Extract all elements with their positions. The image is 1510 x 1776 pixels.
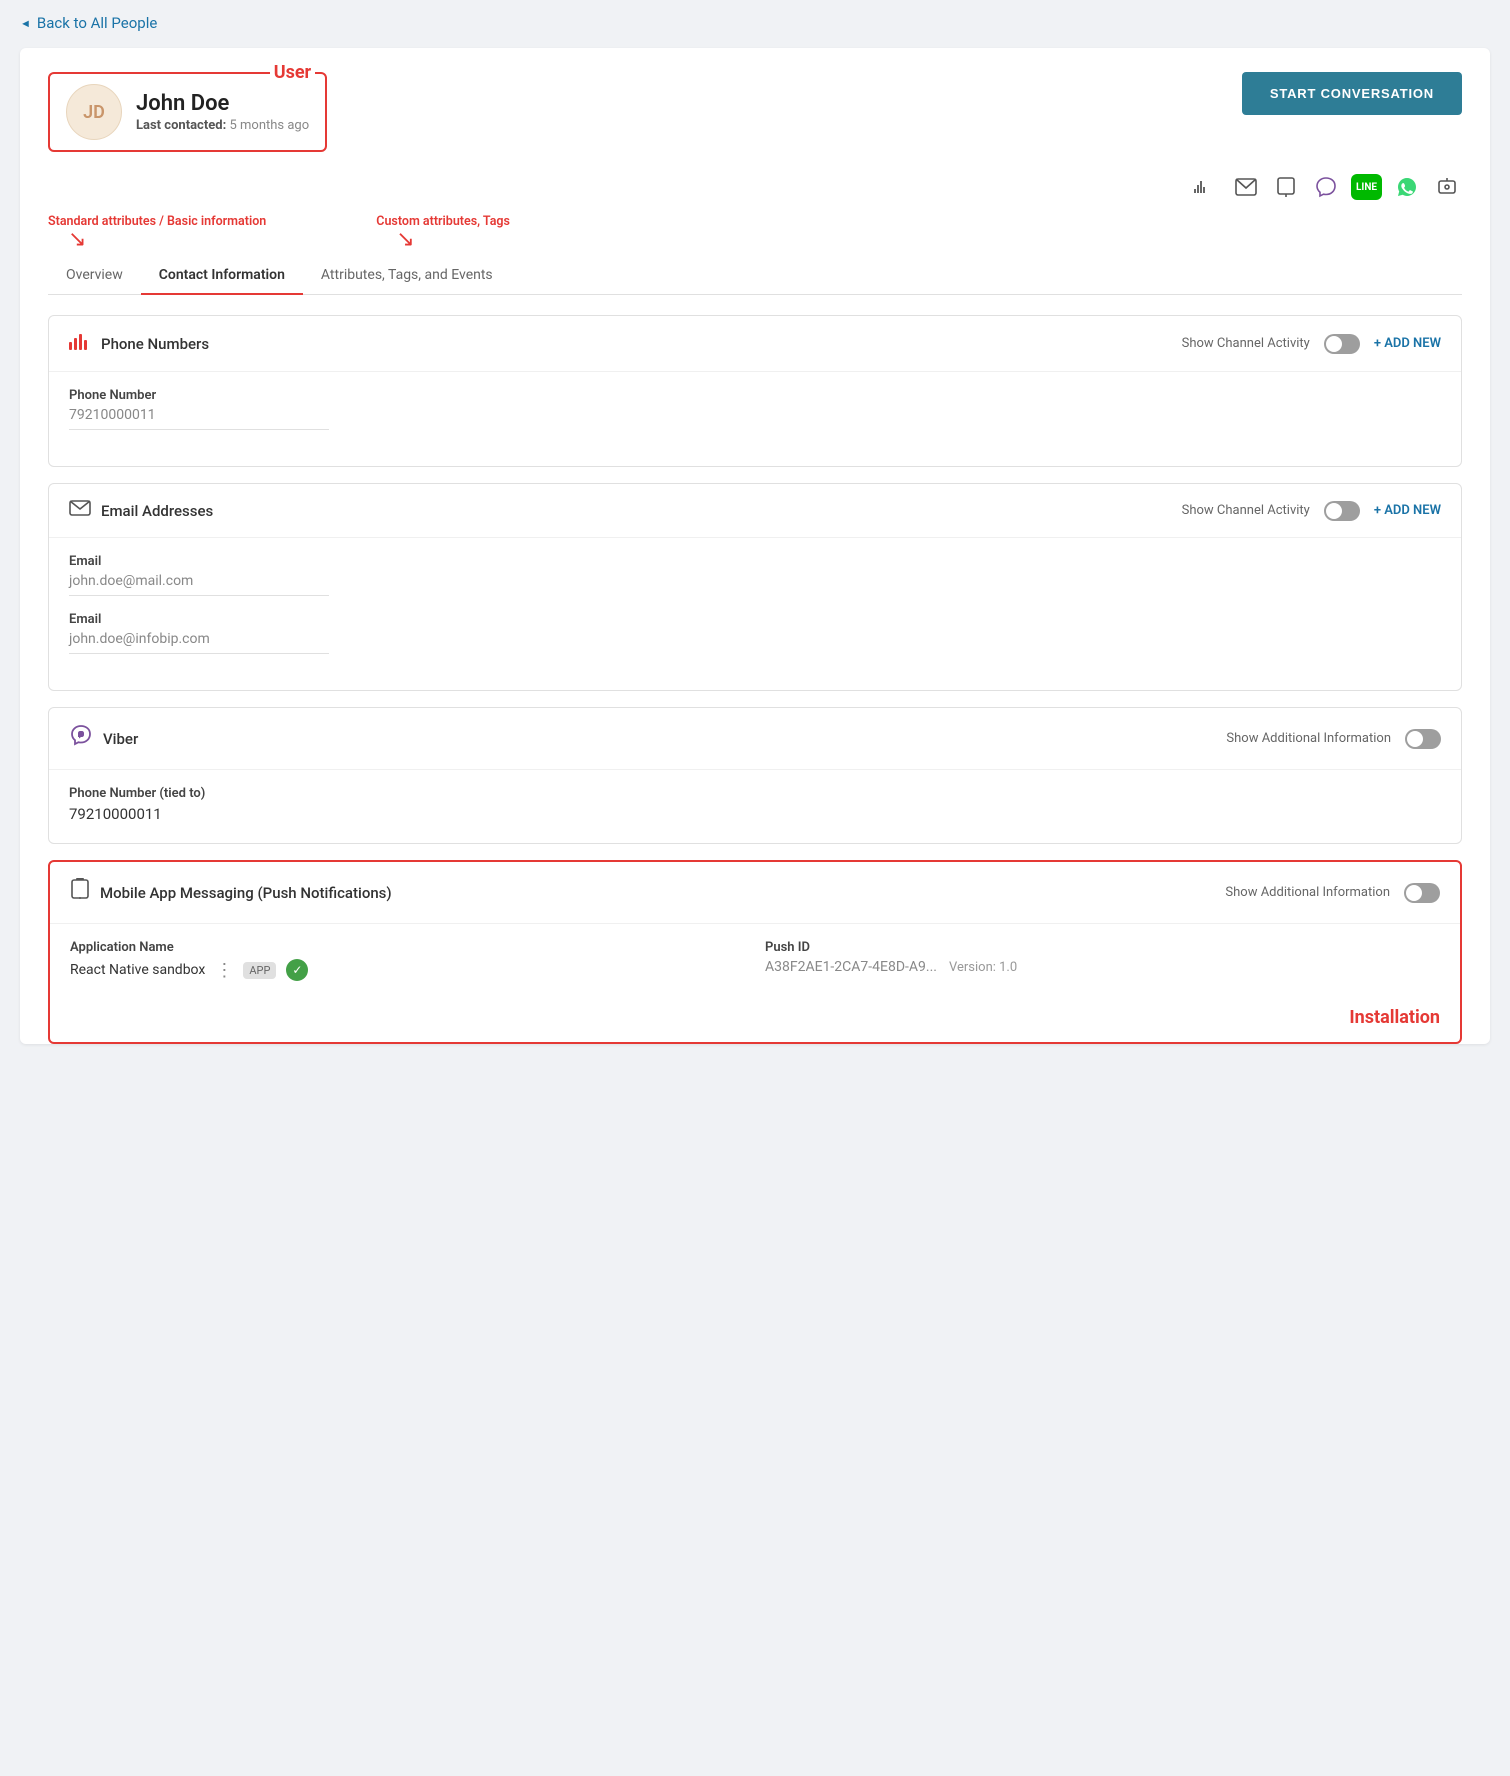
email-section: Email Addresses Show Channel Activity + …: [48, 483, 1462, 691]
push-id-column: Push ID A38F2AE1-2CA7-4E8D-A9... Version…: [765, 940, 1440, 975]
user-badge: User: [270, 62, 315, 83]
tabs-bar: Overview Contact Information Attributes,…: [48, 257, 1462, 295]
app-name-column: Application Name React Native sandbox ⋮ …: [70, 940, 745, 981]
mobile-section-title: Mobile App Messaging (Push Notifications…: [70, 878, 392, 907]
email-section-header: Email Addresses Show Channel Activity + …: [49, 484, 1461, 538]
voice-channel-icon[interactable]: [1191, 172, 1221, 202]
channel-icons-row: LINE: [48, 168, 1462, 202]
email-field-value-1: john.doe@mail.com: [69, 573, 329, 596]
phone-section-header: Phone Numbers Show Channel Activity + AD…: [49, 316, 1461, 372]
mobile-app-section: Mobile App Messaging (Push Notifications…: [48, 860, 1462, 1044]
app-name-label: Application Name: [70, 940, 745, 955]
push-channel-icon[interactable]: [1271, 172, 1301, 202]
email-section-body: Email john.doe@mail.com Email john.doe@i…: [49, 538, 1461, 690]
tab-contact-info[interactable]: Contact Information: [141, 257, 303, 295]
push-id-value: A38F2AE1-2CA7-4E8D-A9...: [765, 959, 937, 975]
app-dots-menu[interactable]: ⋮: [215, 960, 233, 981]
installation-badge: Installation: [50, 1001, 1460, 1042]
custom-annotation: Custom attributes, Tags ↘: [376, 214, 510, 251]
email-section-label: Email Addresses: [101, 502, 213, 520]
viber-section: Viber Show Additional Information Phone …: [48, 707, 1462, 844]
profile-name: John Doe: [136, 91, 309, 116]
phone-activity-toggle[interactable]: [1324, 334, 1360, 354]
last-contacted: Last contacted: 5 months ago: [136, 118, 309, 133]
standard-annotation: Standard attributes / Basic information …: [48, 214, 266, 251]
mobile-section-header: Mobile App Messaging (Push Notifications…: [50, 862, 1460, 924]
phone-section-body: Phone Number 79210000011: [49, 372, 1461, 466]
mobile-app-row: Application Name React Native sandbox ⋮ …: [70, 940, 1440, 981]
email-field-label-2: Email: [69, 612, 1441, 627]
version-label: Version: 1.0: [949, 960, 1017, 975]
phone-section-label: Phone Numbers: [101, 335, 209, 353]
phone-bars-icon: [69, 332, 91, 355]
annotations: Standard attributes / Basic information …: [48, 214, 1462, 251]
profile-info: John Doe Last contacted: 5 months ago: [136, 91, 309, 133]
phone-section-controls: Show Channel Activity + ADD NEW: [1182, 334, 1441, 354]
email-section-title: Email Addresses: [69, 500, 213, 521]
viber-phone-value: 79210000011: [69, 805, 1441, 823]
profile-header: User JD John Doe Last contacted: 5 month…: [48, 72, 1462, 152]
main-card: User JD John Doe Last contacted: 5 month…: [20, 48, 1490, 1044]
email-activity-toggle[interactable]: [1324, 501, 1360, 521]
email-add-new-link[interactable]: + ADD NEW: [1374, 503, 1441, 518]
last-contacted-value: 5 months ago: [229, 118, 309, 133]
whatsapp-channel-icon[interactable]: [1392, 172, 1422, 202]
mobile-section-controls: Show Additional Information: [1225, 883, 1440, 903]
avatar-initials: JD: [83, 102, 105, 123]
avatar: JD: [66, 84, 122, 140]
mobile-push-icon: [70, 878, 90, 907]
phone-section-title: Phone Numbers: [69, 332, 209, 355]
profile-card: User JD John Doe Last contacted: 5 month…: [48, 72, 327, 152]
viber-section-title: Viber: [69, 724, 138, 753]
email-channel-icon[interactable]: [1231, 172, 1261, 202]
phone-field-label: Phone Number: [69, 388, 1441, 403]
viber-info-toggle[interactable]: [1405, 729, 1441, 749]
app-status-indicator: ✓: [286, 959, 308, 981]
other-channel-icon[interactable]: [1432, 172, 1462, 202]
mobile-section-body: Application Name React Native sandbox ⋮ …: [50, 924, 1460, 1001]
mobile-info-toggle[interactable]: [1404, 883, 1440, 903]
viber-phone-label: Phone Number (tied to): [69, 786, 1441, 801]
custom-arrow: ↘: [396, 229, 414, 251]
content-area: Phone Numbers Show Channel Activity + AD…: [48, 295, 1462, 1044]
tab-attributes[interactable]: Attributes, Tags, and Events: [303, 257, 511, 295]
viber-section-label: Viber: [103, 730, 138, 748]
tab-overview[interactable]: Overview: [48, 257, 141, 295]
phone-show-activity-label: Show Channel Activity: [1182, 336, 1310, 351]
back-label: Back to All People: [37, 14, 157, 32]
email-section-controls: Show Channel Activity + ADD NEW: [1182, 501, 1441, 521]
start-conversation-button[interactable]: START CONVERSATION: [1242, 72, 1462, 115]
last-contacted-label: Last contacted:: [136, 118, 226, 133]
viber-channel-icon[interactable]: [1311, 172, 1341, 202]
viber-section-body: Phone Number (tied to) 79210000011: [49, 770, 1461, 843]
email-show-activity-label: Show Channel Activity: [1182, 503, 1310, 518]
back-link[interactable]: Back to All People: [20, 14, 1490, 32]
mobile-section-label: Mobile App Messaging (Push Notifications…: [100, 884, 392, 902]
email-envelope-icon: [69, 500, 91, 521]
mobile-show-info-label: Show Additional Information: [1225, 885, 1390, 900]
push-id-label: Push ID: [765, 940, 1440, 955]
phone-add-new-link[interactable]: + ADD NEW: [1374, 336, 1441, 351]
viber-section-controls: Show Additional Information: [1226, 729, 1441, 749]
email-field-label-1: Email: [69, 554, 1441, 569]
standard-arrow: ↘: [68, 229, 86, 251]
viber-icon: [69, 724, 93, 753]
phone-numbers-section: Phone Numbers Show Channel Activity + AD…: [48, 315, 1462, 467]
viber-section-header: Viber Show Additional Information: [49, 708, 1461, 770]
app-name-value: React Native sandbox: [70, 962, 205, 978]
line-channel-icon[interactable]: LINE: [1351, 174, 1382, 200]
phone-field-value: 79210000011: [69, 407, 329, 430]
viber-show-info-label: Show Additional Information: [1226, 731, 1391, 746]
email-field-value-2: john.doe@infobip.com: [69, 631, 329, 654]
app-status-label: APP: [243, 962, 276, 979]
